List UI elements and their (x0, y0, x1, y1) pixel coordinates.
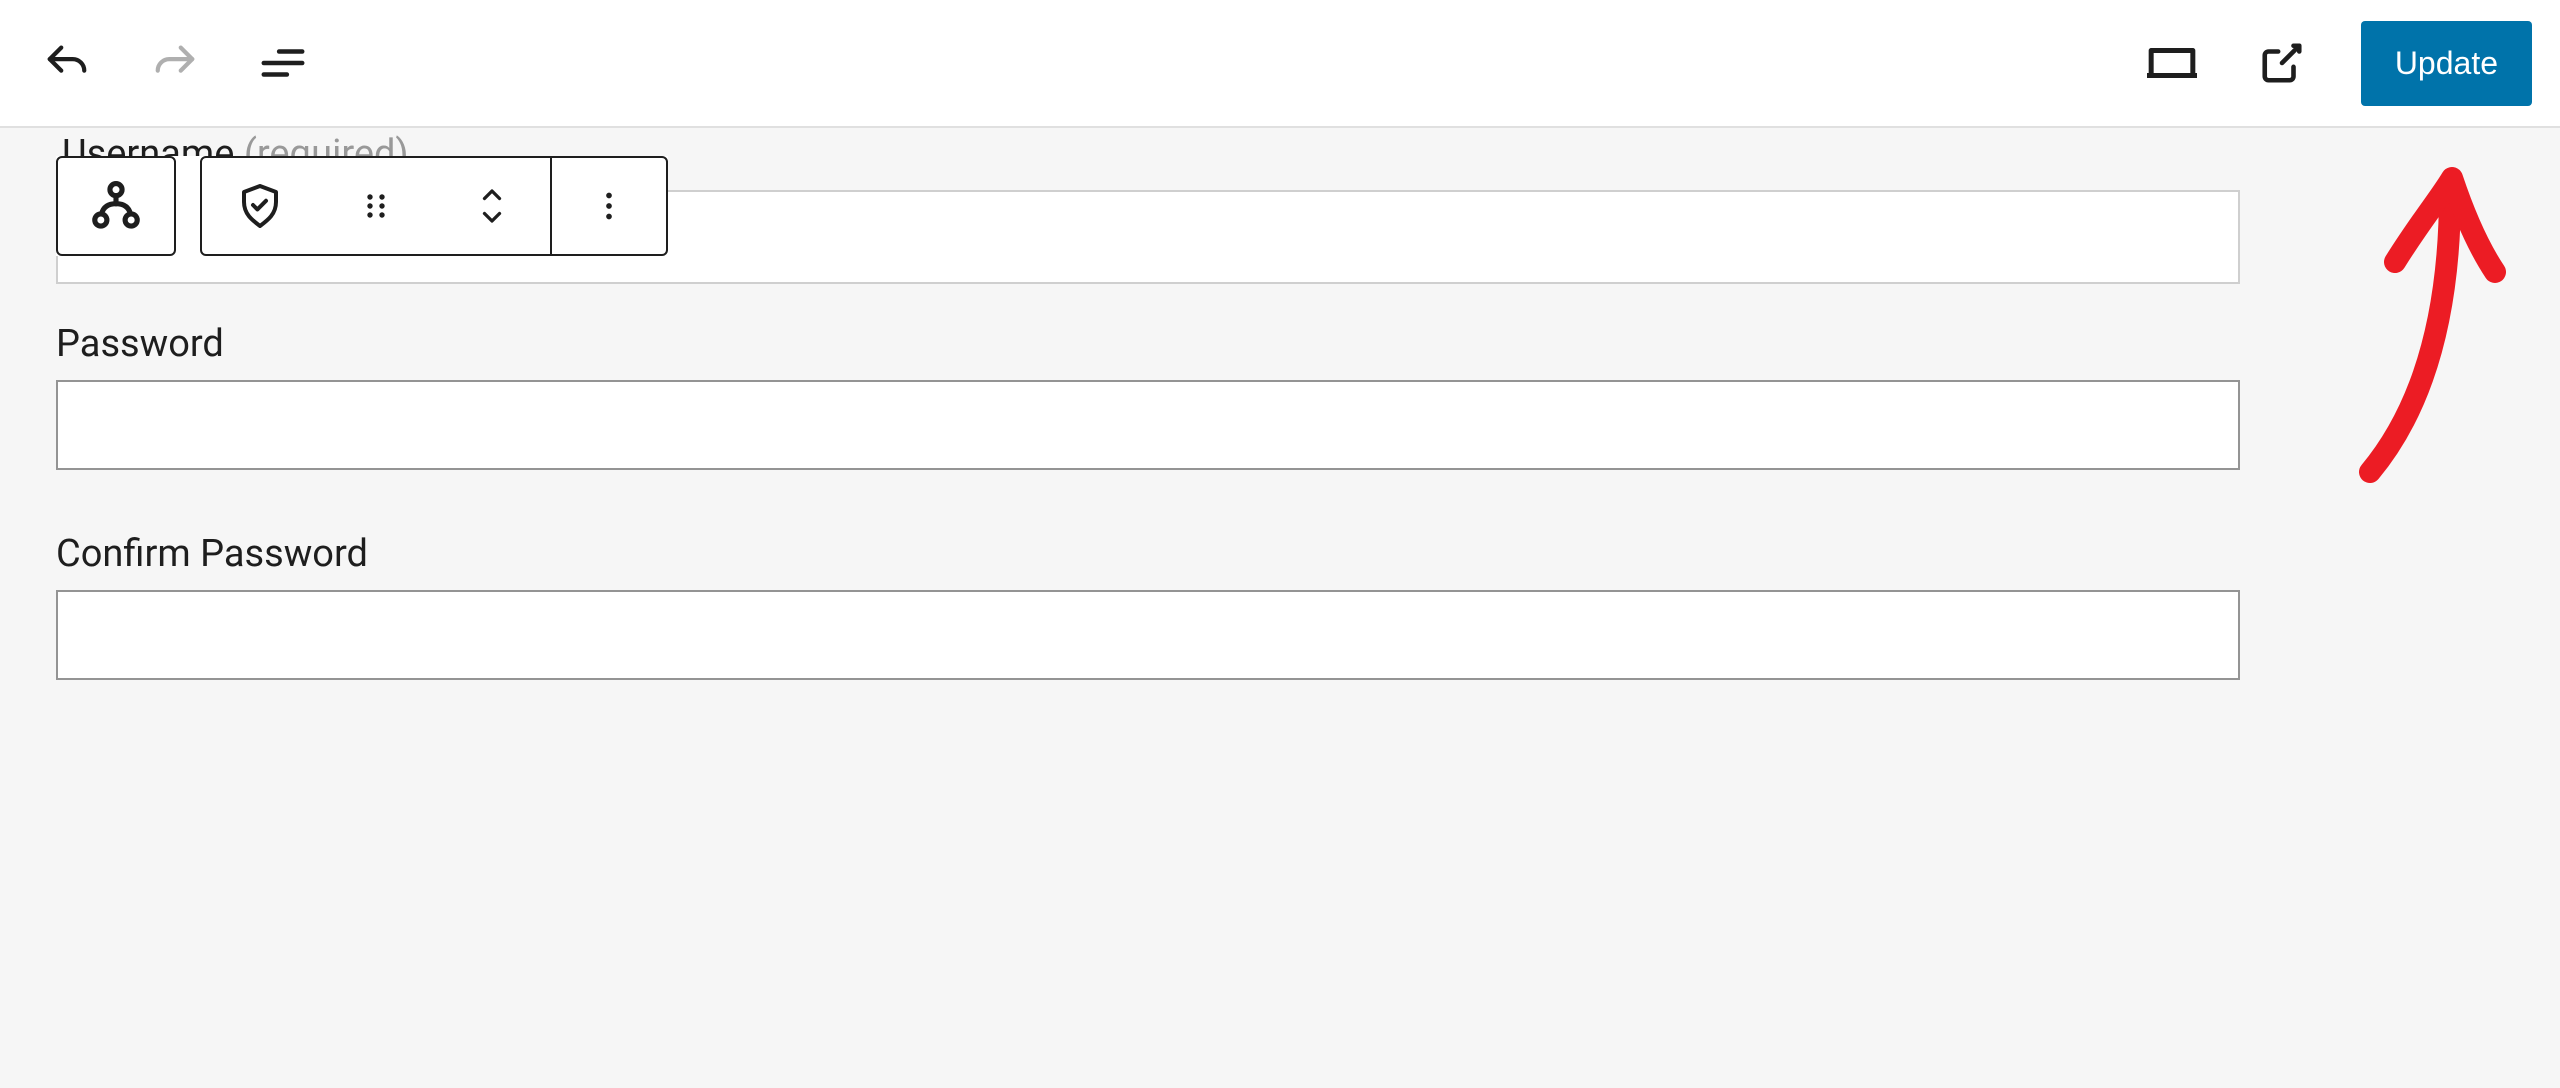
desktop-icon (2147, 38, 2197, 88)
redo-icon (152, 40, 198, 86)
block-options-button[interactable] (550, 158, 666, 254)
select-parent-block-button[interactable] (58, 158, 174, 254)
confirm-password-input[interactable] (56, 590, 2240, 680)
block-toolbar (56, 156, 668, 256)
view-page-button[interactable] (2253, 34, 2311, 92)
move-up-down-button[interactable] (434, 158, 550, 254)
update-button[interactable]: Update (2361, 21, 2532, 106)
toolbar-right-group: Update (2141, 21, 2532, 106)
undo-icon (44, 40, 90, 86)
external-link-icon (2259, 40, 2305, 86)
more-vertical-icon (591, 188, 627, 224)
chevron-up-down-icon (474, 184, 510, 228)
editor-top-toolbar: Update (0, 0, 2560, 128)
shield-check-icon (236, 182, 284, 230)
confirm-password-label: Confirm Password (56, 532, 2504, 576)
password-label: Password (56, 322, 2504, 366)
password-input[interactable] (56, 380, 2240, 470)
password-field-group: Password (56, 322, 2504, 470)
drag-handle[interactable] (318, 158, 434, 254)
document-overview-button[interactable] (254, 34, 312, 92)
confirm-password-field-group: Confirm Password (56, 532, 2504, 680)
view-button[interactable] (2141, 32, 2203, 94)
document-overview-icon (260, 40, 306, 86)
block-toolbar-parent-selector (56, 156, 176, 256)
toolbar-left-group (28, 34, 312, 92)
undo-button[interactable] (38, 34, 96, 92)
block-toolbar-main (200, 156, 668, 256)
editor-canvas: Username (required) Password Confirm Pas… (0, 128, 2560, 782)
drag-icon (358, 188, 394, 224)
block-type-button[interactable] (202, 158, 318, 254)
node-tree-icon (88, 178, 144, 234)
redo-button[interactable] (146, 34, 204, 92)
